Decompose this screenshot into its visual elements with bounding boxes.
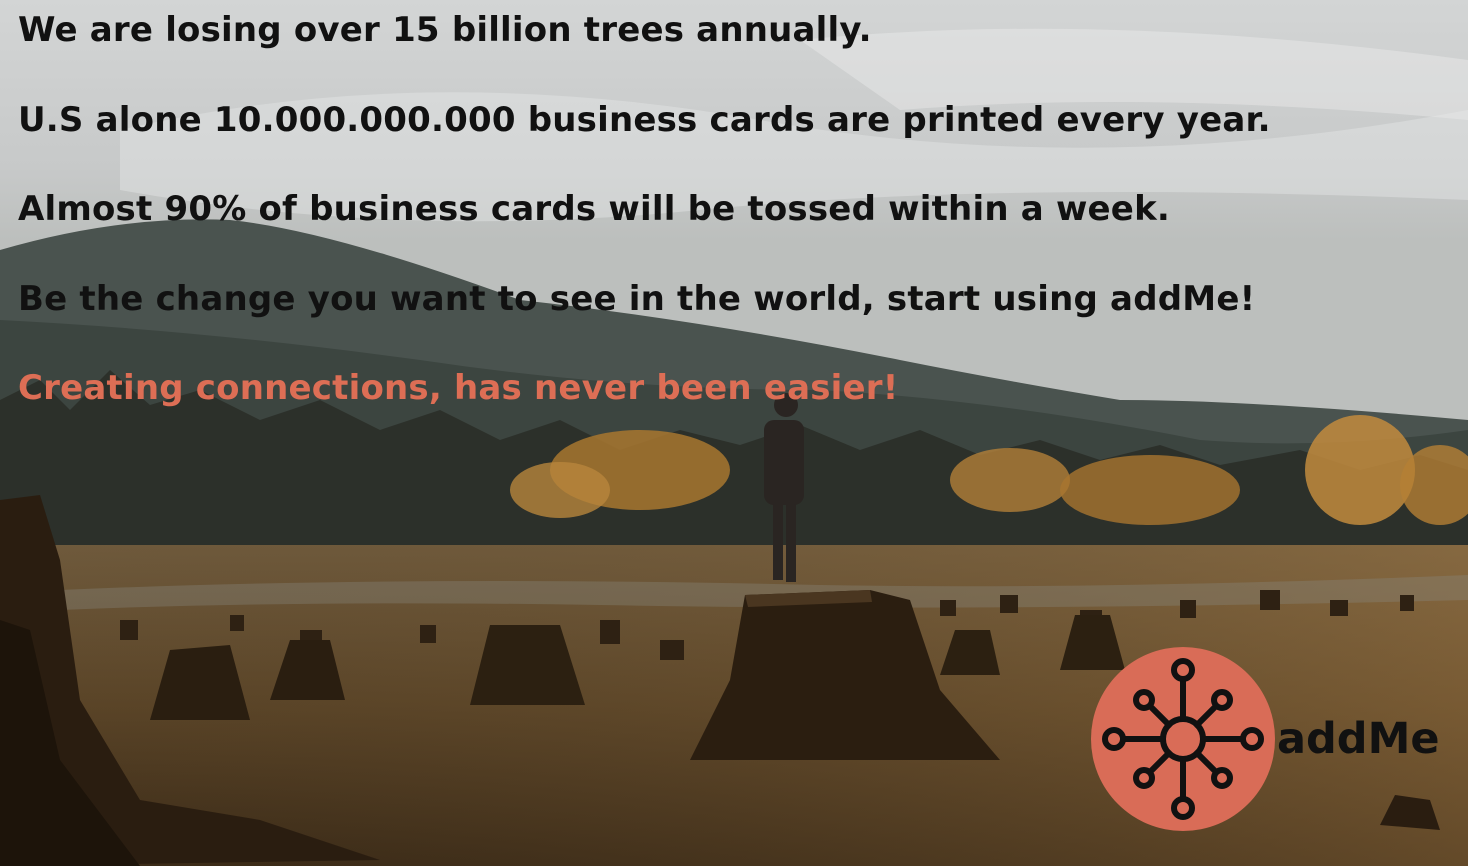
addme-logo: addMe [1090, 646, 1468, 836]
network-node-icon [1091, 647, 1275, 831]
headline-line-cards-printed: U.S alone 10.000.000.000 business cards … [18, 100, 1271, 140]
headline-line-call-to-action: Be the change you want to see in the wor… [18, 279, 1256, 319]
tagline: Creating connections, has never been eas… [18, 368, 899, 408]
headline-line-cards-tossed: Almost 90% of business cards will be tos… [18, 189, 1170, 229]
logo-wordmark: addMe [1277, 714, 1440, 764]
headline-line-trees: We are losing over 15 billion trees annu… [18, 10, 872, 50]
